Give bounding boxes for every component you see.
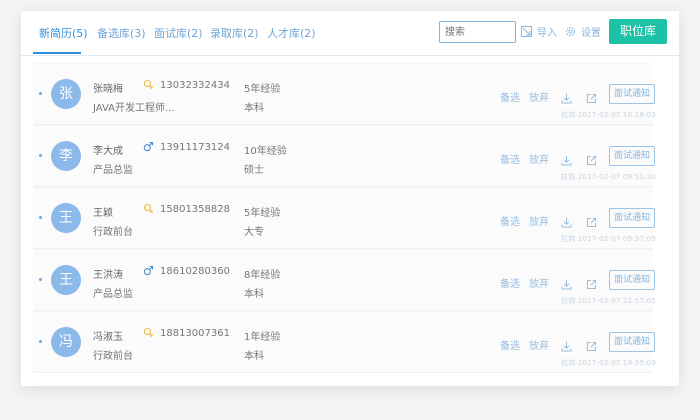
avatar[interactable]: 王 bbox=[51, 203, 81, 233]
candidate-row[interactable]: 冯冯淑玉 18813007361 行政前台 1年经验本科 备选 放弃 面试通知拉钩 2017… bbox=[33, 311, 656, 373]
tab-new-resumes[interactable]: 新简历(5) bbox=[39, 25, 88, 41]
avatar[interactable]: 张 bbox=[51, 79, 81, 109]
gender-indicator bbox=[143, 265, 154, 279]
source-timestamp: 拉钩 2017-02-07 10:18:03 bbox=[561, 111, 656, 119]
candidate-row[interactable]: 王王颖 15801358828 行政前台 5年经验大专 备选 放弃 面试通知拉钩 2017-… bbox=[33, 187, 656, 249]
shortlist-button[interactable]: 备选 bbox=[500, 275, 520, 290]
candidate-education: 大专 bbox=[244, 227, 264, 238]
candidate-phone: 18813007361 bbox=[160, 328, 230, 339]
candidate-position: JAVA开发工程师... bbox=[93, 103, 175, 114]
position-library-button[interactable]: 职位库 bbox=[609, 19, 667, 44]
settings-label: 设置 bbox=[581, 28, 601, 39]
gender-indicator bbox=[143, 327, 154, 341]
candidate-position: 行政前台 bbox=[93, 351, 133, 362]
download-icon[interactable] bbox=[561, 89, 572, 108]
gender-indicator bbox=[143, 203, 154, 217]
interview-notice-button[interactable]: 面试通知 bbox=[609, 208, 655, 228]
download-icon[interactable] bbox=[561, 337, 572, 356]
female-icon bbox=[143, 203, 153, 213]
discard-button[interactable]: 放弃 bbox=[529, 89, 549, 104]
download-icon[interactable] bbox=[561, 213, 572, 232]
candidate-phone: 18610280360 bbox=[160, 266, 230, 277]
male-icon bbox=[143, 265, 154, 276]
top-toolbar: 新简历(5) 备选库(3) 面试库(2) 录取库(2) 人才库(2) 导入 设置… bbox=[21, 11, 679, 56]
candidate-education: 硕士 bbox=[244, 165, 264, 176]
tab-shortlist[interactable]: 备选库(3) bbox=[97, 25, 146, 41]
gender-indicator bbox=[143, 141, 154, 155]
candidate-row[interactable]: 李李大成 13911173124 产品总监 10年经验硕士 备选 放弃 面试通知拉钩 201… bbox=[33, 125, 656, 187]
female-icon bbox=[143, 327, 153, 337]
gear-icon bbox=[565, 26, 576, 37]
candidate-name[interactable]: 王颖 bbox=[93, 204, 113, 219]
discard-button[interactable]: 放弃 bbox=[529, 151, 549, 166]
shortlist-button[interactable]: 备选 bbox=[500, 89, 520, 104]
source-timestamp: 拉钩 2017-02-07 09:51:30 bbox=[561, 173, 656, 181]
gender-indicator bbox=[143, 79, 154, 93]
row-marker-dot bbox=[39, 216, 42, 219]
discard-button[interactable]: 放弃 bbox=[529, 337, 549, 352]
candidate-education: 本科 bbox=[244, 103, 264, 114]
candidate-list: 张张晓梅 13032332434 JAVA开发工程师... 5年经验 本科 备选 放弃 面试通… bbox=[33, 63, 656, 373]
row-marker-dot bbox=[39, 278, 42, 281]
row-marker-dot bbox=[39, 154, 42, 157]
candidate-experience: 1年经验 bbox=[244, 332, 281, 343]
candidate-position: 行政前台 bbox=[93, 227, 133, 238]
candidate-experience: 10年经验 bbox=[244, 146, 287, 157]
source-timestamp: 拉钩 2017-02-07 09:37:09 bbox=[561, 235, 656, 243]
candidate-phone: 13032332434 bbox=[160, 80, 230, 91]
candidate-experience: 5年经验 bbox=[244, 84, 281, 95]
shortlist-button[interactable]: 备选 bbox=[500, 151, 520, 166]
shortlist-button[interactable]: 备选 bbox=[500, 213, 520, 228]
open-external-icon[interactable] bbox=[586, 337, 597, 356]
import-label: 导入 bbox=[537, 28, 557, 39]
candidate-position: 产品总监 bbox=[93, 289, 133, 300]
settings-button[interactable]: 设置 bbox=[564, 24, 601, 39]
candidate-education: 本科 bbox=[244, 289, 264, 300]
import-button[interactable]: 导入 bbox=[520, 24, 557, 39]
avatar[interactable]: 冯 bbox=[51, 327, 81, 357]
candidate-name[interactable]: 王洪涛 bbox=[93, 266, 123, 281]
candidate-phone: 13911173124 bbox=[160, 142, 230, 153]
candidate-row[interactable]: 张张晓梅 13032332434 JAVA开发工程师... 5年经验本科 备选 放弃 面试通… bbox=[33, 63, 656, 125]
download-icon[interactable] bbox=[561, 151, 572, 170]
avatar[interactable]: 李 bbox=[51, 141, 81, 171]
download-icon[interactable] bbox=[561, 275, 572, 294]
avatar[interactable]: 王 bbox=[51, 265, 81, 295]
active-tab-indicator bbox=[33, 52, 81, 54]
candidate-name[interactable]: 冯淑玉 bbox=[93, 328, 123, 343]
candidate-name[interactable]: 李大成 bbox=[93, 142, 123, 157]
male-icon bbox=[143, 141, 154, 152]
open-external-icon[interactable] bbox=[586, 213, 597, 232]
interview-notice-button[interactable]: 面试通知 bbox=[609, 84, 655, 104]
shortlist-button[interactable]: 备选 bbox=[500, 337, 520, 352]
search-input[interactable] bbox=[439, 21, 516, 43]
source-timestamp: 拉钩 2017-02-07 22:57:05 bbox=[561, 297, 656, 305]
row-marker-dot bbox=[39, 92, 42, 95]
interview-notice-button[interactable]: 面试通知 bbox=[609, 332, 655, 352]
candidate-phone: 15801358828 bbox=[160, 204, 230, 215]
female-icon bbox=[143, 79, 153, 89]
source-timestamp: 拉钩 2017-02-07 19:55:09 bbox=[561, 359, 656, 367]
open-external-icon[interactable] bbox=[586, 275, 597, 294]
interview-notice-button[interactable]: 面试通知 bbox=[609, 270, 655, 290]
interview-notice-button[interactable]: 面试通知 bbox=[609, 146, 655, 166]
candidate-education: 本科 bbox=[244, 351, 264, 362]
open-external-icon[interactable] bbox=[586, 151, 597, 170]
row-marker-dot bbox=[39, 340, 42, 343]
resume-panel: 新简历(5) 备选库(3) 面试库(2) 录取库(2) 人才库(2) 导入 设置… bbox=[21, 11, 679, 386]
candidate-name[interactable]: 张晓梅 bbox=[93, 80, 123, 95]
open-external-icon[interactable] bbox=[586, 89, 597, 108]
tab-interview[interactable]: 面试库(2) bbox=[154, 25, 203, 41]
candidate-experience: 5年经验 bbox=[244, 208, 281, 219]
candidate-position: 产品总监 bbox=[93, 165, 133, 176]
candidate-row[interactable]: 王王洪涛 18610280360 产品总监 8年经验本科 备选 放弃 面试通知拉钩 2017… bbox=[33, 249, 656, 311]
import-icon bbox=[521, 26, 532, 37]
discard-button[interactable]: 放弃 bbox=[529, 275, 549, 290]
tab-hired[interactable]: 录取库(2) bbox=[210, 25, 259, 41]
discard-button[interactable]: 放弃 bbox=[529, 213, 549, 228]
tab-talent-pool[interactable]: 人才库(2) bbox=[267, 25, 316, 41]
candidate-experience: 8年经验 bbox=[244, 270, 281, 281]
